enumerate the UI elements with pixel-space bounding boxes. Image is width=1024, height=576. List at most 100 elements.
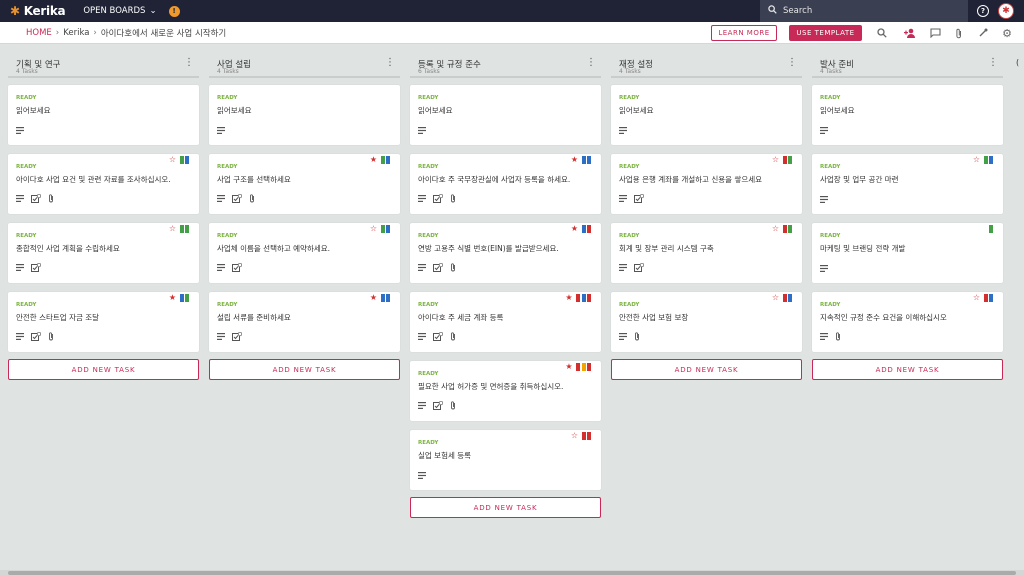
task-card[interactable]: ☆ READY 사업용 은행 계좌를 개설하고 신용을 쌓으세요 [611, 154, 802, 214]
tag-flag-icon [185, 156, 189, 164]
task-card[interactable]: ☆ READY 종합적인 사업 계획을 수립하세요 [8, 223, 199, 283]
more-vert-icon[interactable]: ⋮ [787, 57, 797, 68]
description-icon [217, 264, 225, 273]
attachment-icon [48, 194, 54, 205]
star-filled-icon: ★ [565, 362, 573, 371]
breadcrumb-board: 아이다호에서 새로운 사업 시작하기 [100, 28, 227, 39]
chat-icon[interactable] [928, 26, 942, 40]
description-icon [619, 127, 627, 136]
more-vert-icon[interactable]: ⋮ [586, 57, 596, 68]
add-new-task-button[interactable]: ADD NEW TASK [410, 497, 601, 518]
card-title: 실업 보험세 등록 [418, 451, 472, 460]
card-tags: ☆ [169, 225, 189, 233]
add-new-task-button[interactable]: ADD NEW TASK [8, 359, 199, 380]
search-input[interactable]: Search [760, 0, 968, 22]
task-card[interactable]: READY 마케팅 및 브랜딩 전략 개발 [812, 223, 1003, 283]
checklist-icon [232, 331, 243, 343]
search-icon[interactable] [875, 26, 889, 40]
card-status: READY [217, 95, 238, 101]
card-meta [418, 262, 456, 274]
card-meta [820, 127, 828, 136]
task-card[interactable]: ★ READY 연방 고용주 식별 번호(EIN)를 발급받으세요. [410, 223, 601, 283]
task-card[interactable]: ☆ READY 회계 및 장부 관리 시스템 구축 [611, 223, 802, 283]
tag-flag-icon [587, 225, 591, 233]
tools-icon[interactable] [976, 26, 990, 40]
tag-flag-icon [179, 156, 184, 164]
task-card[interactable]: ☆ READY 사업장 및 업무 공간 마련 [812, 154, 1003, 214]
scrollbar-thumb[interactable] [8, 571, 1016, 575]
star-outline-icon: ☆ [168, 155, 176, 164]
star-filled-icon: ★ [369, 155, 377, 164]
task-card[interactable]: ☆ READY 안전한 사업 보험 보장 [611, 292, 802, 352]
star-outline-icon: ☆ [972, 155, 980, 164]
tag-flag-icon [380, 225, 385, 233]
gear-icon[interactable]: ⚙ [1000, 26, 1014, 40]
avatar[interactable]: ✱ [998, 3, 1014, 19]
attachment-icon [450, 194, 456, 205]
task-card[interactable]: READY 읽어보세요 [410, 85, 601, 145]
task-card[interactable]: ★ READY 필요한 사업 허가증 및 면허증을 취득하십시오. [410, 361, 601, 421]
task-card[interactable]: ★ READY 안전한 스타트업 자금 조달 [8, 292, 199, 352]
task-card[interactable]: READY 읽어보세요 [812, 85, 1003, 145]
app-name: Kerika [23, 4, 66, 18]
card-status: READY [217, 164, 238, 170]
app-logo[interactable]: ✱ Kerika [10, 4, 66, 18]
column-task-count: 4 Tasks [16, 68, 38, 75]
tag-flag-icon [576, 294, 580, 302]
card-tags: ★ [571, 156, 591, 164]
more-vert-icon[interactable]: ⋮ [385, 57, 395, 68]
tag-flag-icon [576, 363, 580, 371]
add-new-task-button[interactable]: ADD NEW TASK [209, 359, 400, 380]
task-card[interactable]: ★ READY 설립 서류를 준비하세요 [209, 292, 400, 352]
tag-flag-icon [587, 432, 591, 440]
breadcrumb-account[interactable]: Kerika [63, 28, 89, 38]
attachment-icon [450, 263, 456, 274]
add-new-task-button[interactable]: ADD NEW TASK [812, 359, 1003, 380]
card-tags: ★ [370, 156, 390, 164]
breadcrumb-home[interactable]: HOME [26, 28, 52, 38]
open-boards-menu[interactable]: OPEN BOARDS ⌄ [83, 6, 156, 16]
task-card[interactable]: READY 읽어보세요 [8, 85, 199, 145]
tag-flag-icon [581, 156, 586, 164]
tag-flag-icon [179, 225, 184, 233]
card-meta [16, 262, 42, 274]
task-card[interactable]: ☆ READY 아이다호 사업 요건 및 관련 자료를 조사하십시오. [8, 154, 199, 214]
task-card[interactable]: ☆ READY 실업 보험세 등록 [410, 430, 601, 490]
more-vert-icon[interactable]: ⋮ [184, 57, 194, 68]
card-meta [619, 127, 627, 136]
card-meta [619, 262, 645, 274]
description-icon [820, 196, 828, 205]
more-vert-icon[interactable]: ⋮ [988, 57, 998, 68]
search-placeholder: Search [783, 6, 813, 16]
card-tags: ★ [565, 363, 591, 371]
star-filled-icon: ★ [565, 293, 573, 302]
breadcrumb: HOME › Kerika › 아이다호에서 새로운 사업 시작하기 [26, 27, 226, 39]
top-bar: ✱ Kerika OPEN BOARDS ⌄ ! Search ? ✱ [0, 0, 1024, 22]
use-template-button[interactable]: USE TEMPLATE [789, 25, 862, 41]
card-tags: ☆ [772, 294, 792, 302]
card-meta [820, 265, 828, 274]
add-new-task-button[interactable]: ADD NEW TASK [611, 359, 802, 380]
task-card[interactable]: ★ READY 아이다호 주 국무장관실에 사업자 등록을 하세요. [410, 154, 601, 214]
add-person-icon[interactable] [903, 26, 917, 40]
learn-more-button[interactable]: LEARN MORE [711, 25, 777, 41]
tag-flag-icon [587, 363, 591, 371]
column-header: 사업 설립 4 Tasks ⋮ [209, 44, 400, 78]
card-title: 읽어보세요 [820, 106, 855, 115]
task-card[interactable]: READY 읽어보세요 [209, 85, 400, 145]
card-title: 읽어보세요 [16, 106, 51, 115]
attachment-icon[interactable] [952, 26, 966, 40]
help-icon[interactable]: ? [977, 5, 989, 17]
column-task-count: 4 Tasks [217, 68, 239, 75]
notification-icon[interactable]: ! [168, 5, 180, 17]
horizontal-scrollbar[interactable] [0, 570, 1024, 576]
task-card[interactable]: READY 읽어보세요 [611, 85, 802, 145]
task-card[interactable]: ★ READY 사업 구조를 선택하세요 [209, 154, 400, 214]
description-icon [16, 264, 24, 273]
tag-flag-icon [386, 225, 390, 233]
task-card[interactable]: ☆ READY 지속적인 규정 준수 요건을 이해하십시오 [812, 292, 1003, 352]
task-card[interactable]: ☆ READY 사업체 이름을 선택하고 예약하세요. [209, 223, 400, 283]
card-status: READY [217, 233, 238, 239]
card-title: 아이다호 사업 요건 및 관련 자료를 조사하십시오. [16, 175, 171, 184]
task-card[interactable]: ★ READY 아이다호 주 세금 계좌 등록 [410, 292, 601, 352]
